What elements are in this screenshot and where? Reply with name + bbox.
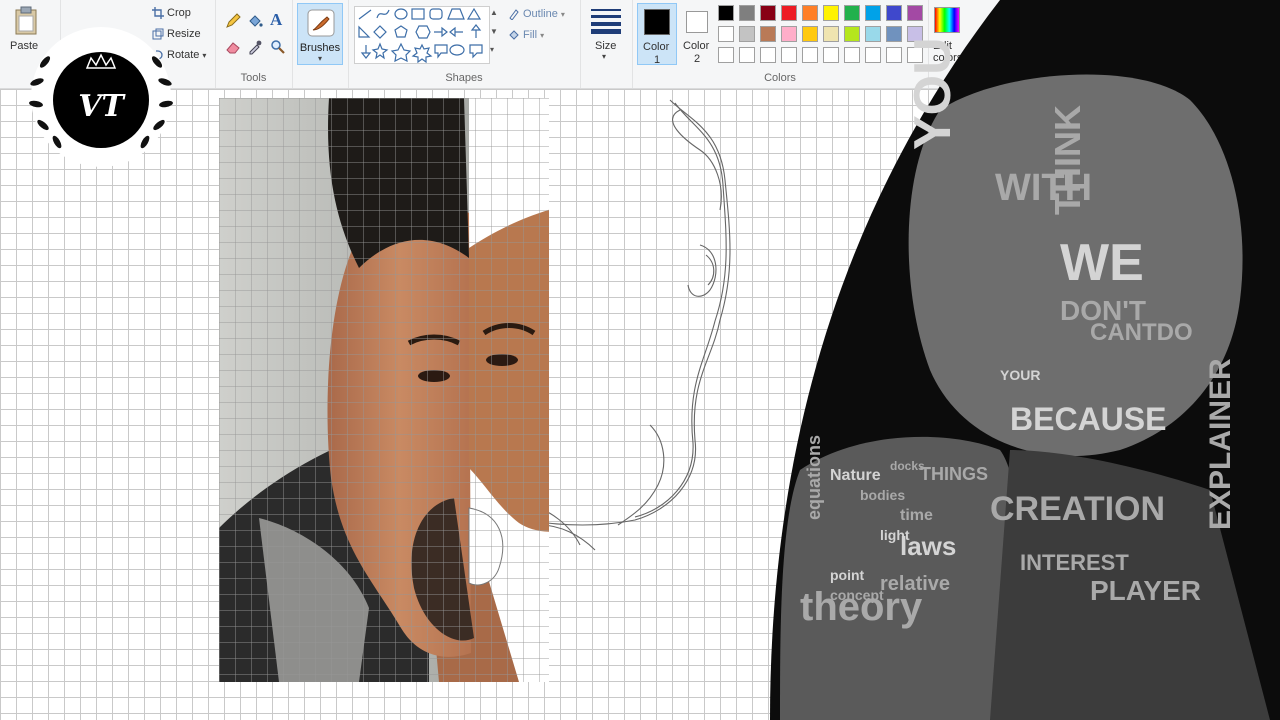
typography-word: PLAYER xyxy=(1090,575,1201,606)
shapes-group-label: Shapes xyxy=(445,72,483,84)
triangle-shape-icon xyxy=(466,7,482,20)
chevron-down-icon: ▾ xyxy=(202,50,207,60)
chevron-down-icon: ▾ xyxy=(540,30,545,40)
rounded-callout-shape-icon xyxy=(434,44,448,59)
typography-word: INTEREST xyxy=(1020,550,1129,575)
fill-bucket-icon[interactable] xyxy=(247,13,263,29)
shapes-gallery xyxy=(354,6,490,64)
typography-word: Nature xyxy=(830,467,881,484)
chevron-down-icon: ▾ xyxy=(560,9,565,19)
brushes-label: Brushes xyxy=(299,42,341,54)
star-shape-icon xyxy=(371,42,389,60)
typography-word: point xyxy=(830,567,865,583)
cloud-callout-shape-icon xyxy=(469,44,483,59)
size-label: Size xyxy=(595,40,617,52)
right-triangle-shape-icon xyxy=(358,25,371,38)
rectangle-shape-icon xyxy=(411,8,425,20)
outline-label: Outline xyxy=(523,8,558,20)
right-arrow-shape-icon xyxy=(434,26,448,38)
shapes-scroll-up-icon[interactable]: ▲ xyxy=(490,8,498,17)
brush-icon xyxy=(307,9,335,37)
color-picker-icon[interactable] xyxy=(247,39,263,55)
size-group[interactable]: Size ▾ xyxy=(580,0,633,88)
pentagon-shape-icon xyxy=(394,25,408,38)
pencil-icon[interactable] xyxy=(225,13,241,29)
typography-word: bodies xyxy=(860,487,905,503)
typography-word: YOUR xyxy=(1000,367,1040,383)
left-arrow-shape-icon xyxy=(449,26,463,38)
crop-button[interactable]: Crop xyxy=(152,7,191,19)
typography-word: BECAUSE xyxy=(1010,401,1166,437)
fill-label: Fill xyxy=(523,29,538,41)
curve-shape-icon xyxy=(376,9,390,19)
typography-word: EXPLAINER xyxy=(1204,358,1237,530)
outline-icon xyxy=(509,9,519,20)
line-size-icon xyxy=(591,9,621,34)
logo-monogram: VT xyxy=(78,89,126,124)
eraser-icon[interactable] xyxy=(225,39,241,55)
channel-logo: VT xyxy=(29,27,173,167)
line-shape-icon xyxy=(358,9,372,20)
tools-group: A Tools xyxy=(215,0,293,88)
fill-button[interactable]: Fill ▾ xyxy=(508,29,544,41)
oval-shape-icon xyxy=(394,8,408,20)
chevron-down-icon: ▾ xyxy=(317,54,322,63)
typography-word: equations xyxy=(804,435,824,520)
typography-word: time xyxy=(900,507,933,524)
typography-word: WE xyxy=(1060,234,1144,292)
crop-icon xyxy=(152,7,164,19)
star6-shape-icon xyxy=(411,43,433,64)
typography-portrait: YOUWITHTHINKWEDON'TCANTDOBECAUSETHINGSti… xyxy=(770,0,1280,720)
oval-callout-shape-icon xyxy=(449,44,465,56)
chevron-down-icon: ▾ xyxy=(602,52,607,61)
palette-swatch[interactable] xyxy=(739,5,755,21)
portrait-photo xyxy=(219,98,549,682)
fill-icon xyxy=(509,30,519,40)
brushes-button[interactable]: Brushes ▾ xyxy=(297,3,343,65)
typography-word: docks xyxy=(890,459,925,473)
palette-swatch[interactable] xyxy=(718,47,734,63)
down-arrow-shape-icon xyxy=(360,45,372,59)
hexagon-shape-icon xyxy=(415,25,431,39)
rounded-rectangle-shape-icon xyxy=(429,8,443,20)
diamond-shape-icon xyxy=(373,25,387,39)
typography-word: CREATION xyxy=(990,490,1165,528)
shapes-gallery-icons xyxy=(358,7,483,64)
typography-word: THINGS xyxy=(920,464,988,484)
tools-group-label: Tools xyxy=(240,72,267,84)
up-arrow-shape-icon xyxy=(470,24,482,38)
palette-swatch[interactable] xyxy=(718,5,734,21)
typography-word: light xyxy=(880,527,910,543)
palette-swatch[interactable] xyxy=(739,47,755,63)
polygon-shape-icon xyxy=(447,8,465,20)
outline-button[interactable]: Outline ▾ xyxy=(508,8,565,20)
typography-word: concept xyxy=(830,587,884,603)
star5-shape-icon xyxy=(390,42,412,63)
typography-word: CANTDO xyxy=(1090,319,1193,346)
crop-label: Crop xyxy=(167,7,191,19)
shapes-expand-icon[interactable]: ▾ xyxy=(490,45,494,54)
magnifier-icon[interactable] xyxy=(270,39,286,55)
shapes-scroll-down-icon[interactable]: ▼ xyxy=(490,27,498,36)
palette-swatch[interactable] xyxy=(718,26,734,42)
typography-word: THINK xyxy=(1047,105,1088,215)
palette-swatch[interactable] xyxy=(739,26,755,42)
typography-word: YOU xyxy=(904,37,962,150)
text-tool-icon[interactable]: A xyxy=(270,10,286,29)
